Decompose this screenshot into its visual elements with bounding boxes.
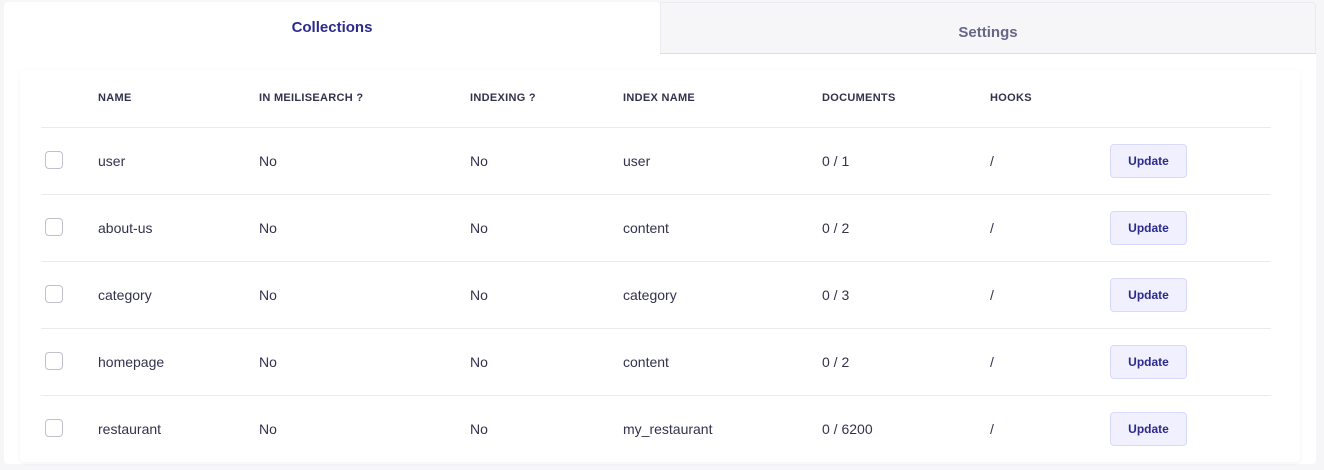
- row-select-cell: [41, 127, 98, 195]
- row-action-cell: Update: [1110, 127, 1271, 195]
- row-checkbox[interactable]: [45, 218, 63, 236]
- indexing-value: No: [470, 261, 623, 329]
- indexing-value: No: [470, 194, 623, 262]
- header-indexing: INDEXING ?: [470, 70, 623, 128]
- update-button[interactable]: Update: [1110, 411, 1187, 446]
- header-documents: DOCUMENTS: [822, 70, 990, 128]
- table-row: homepage No No content 0 / 2 / Update: [41, 328, 1271, 396]
- update-button[interactable]: Update: [1110, 210, 1187, 245]
- collection-name: about-us: [98, 194, 259, 262]
- row-action-cell: Update: [1110, 261, 1271, 329]
- tab-collections-label: Collections: [291, 18, 373, 36]
- row-select-cell: [41, 261, 98, 329]
- documents-value: 0 / 2: [822, 194, 990, 262]
- header-select: [41, 70, 98, 128]
- index-name-value: content: [623, 194, 822, 262]
- indexing-value: No: [470, 420, 488, 437]
- table-row: user No No user 0 / 1 / Update: [41, 127, 1271, 195]
- header-in-meilisearch: IN MEILISEARCH ?: [259, 70, 470, 128]
- row-select-cell: [41, 328, 98, 396]
- index-name-value: user: [623, 127, 822, 195]
- table-header-row: NAME IN MEILISEARCH ? INDEXING ? INDEX N…: [41, 70, 1271, 128]
- update-button[interactable]: Update: [1110, 344, 1187, 379]
- row-select-cell: [41, 395, 98, 462]
- row-checkbox[interactable]: [45, 151, 63, 169]
- indexing-value: No: [470, 328, 623, 396]
- hooks-value: /: [990, 328, 1110, 396]
- documents-value: 0 / 3: [822, 261, 990, 329]
- indexing-value: No: [470, 127, 623, 195]
- collection-name: restaurant: [98, 420, 162, 437]
- table-row: about-us No No content 0 / 2 / Update: [41, 194, 1271, 262]
- header-actions: [1110, 70, 1271, 128]
- tab-settings[interactable]: Settings: [660, 2, 1316, 54]
- in-meilisearch-value: No: [259, 127, 470, 195]
- row-action-cell: Update: [1110, 395, 1271, 462]
- tab-settings-label: Settings: [958, 23, 1018, 41]
- row-checkbox[interactable]: [45, 285, 63, 303]
- in-meilisearch-value: No: [259, 261, 470, 329]
- index-name-value: category: [623, 261, 822, 329]
- collection-name: category: [98, 261, 259, 329]
- table-row: category No No category 0 / 3 / Update: [41, 261, 1271, 329]
- hooks-value: /: [990, 261, 1110, 329]
- hooks-value: /: [990, 194, 1110, 262]
- row-action-cell: Update: [1110, 328, 1271, 396]
- in-meilisearch-value: No: [259, 328, 470, 396]
- collection-name: user: [98, 127, 259, 195]
- tab-bar: Collections Settings: [4, 2, 1316, 56]
- tab-collections[interactable]: Collections: [4, 2, 660, 56]
- row-action-cell: Update: [1110, 194, 1271, 262]
- update-button[interactable]: Update: [1110, 143, 1187, 178]
- documents-value: 0 / 6200: [822, 420, 873, 437]
- header-index-name: INDEX NAME: [623, 70, 822, 128]
- header-hooks: HOOKS: [990, 70, 1110, 128]
- row-checkbox[interactable]: [45, 419, 63, 438]
- update-button[interactable]: Update: [1110, 277, 1187, 312]
- row-select-cell: [41, 194, 98, 262]
- collection-name: homepage: [98, 328, 259, 396]
- hooks-value: /: [990, 127, 1110, 195]
- row-checkbox[interactable]: [45, 352, 63, 370]
- index-name-value: content: [623, 328, 822, 396]
- app-frame: Collections Settings NAME IN MEILISEARCH…: [0, 0, 1324, 470]
- header-name: NAME: [98, 70, 259, 128]
- documents-value: 0 / 2: [822, 328, 990, 396]
- documents-value: 0 / 1: [822, 127, 990, 195]
- collections-table: NAME IN MEILISEARCH ? INDEXING ? INDEX N…: [41, 70, 1271, 462]
- index-name-value: my_restaurant: [623, 420, 713, 437]
- hooks-value: /: [990, 420, 994, 437]
- in-meilisearch-value: No: [259, 194, 470, 262]
- in-meilisearch-value: No: [259, 420, 277, 437]
- table-row: restaurant No No my_restaurant 0 / 6200 …: [41, 395, 1271, 462]
